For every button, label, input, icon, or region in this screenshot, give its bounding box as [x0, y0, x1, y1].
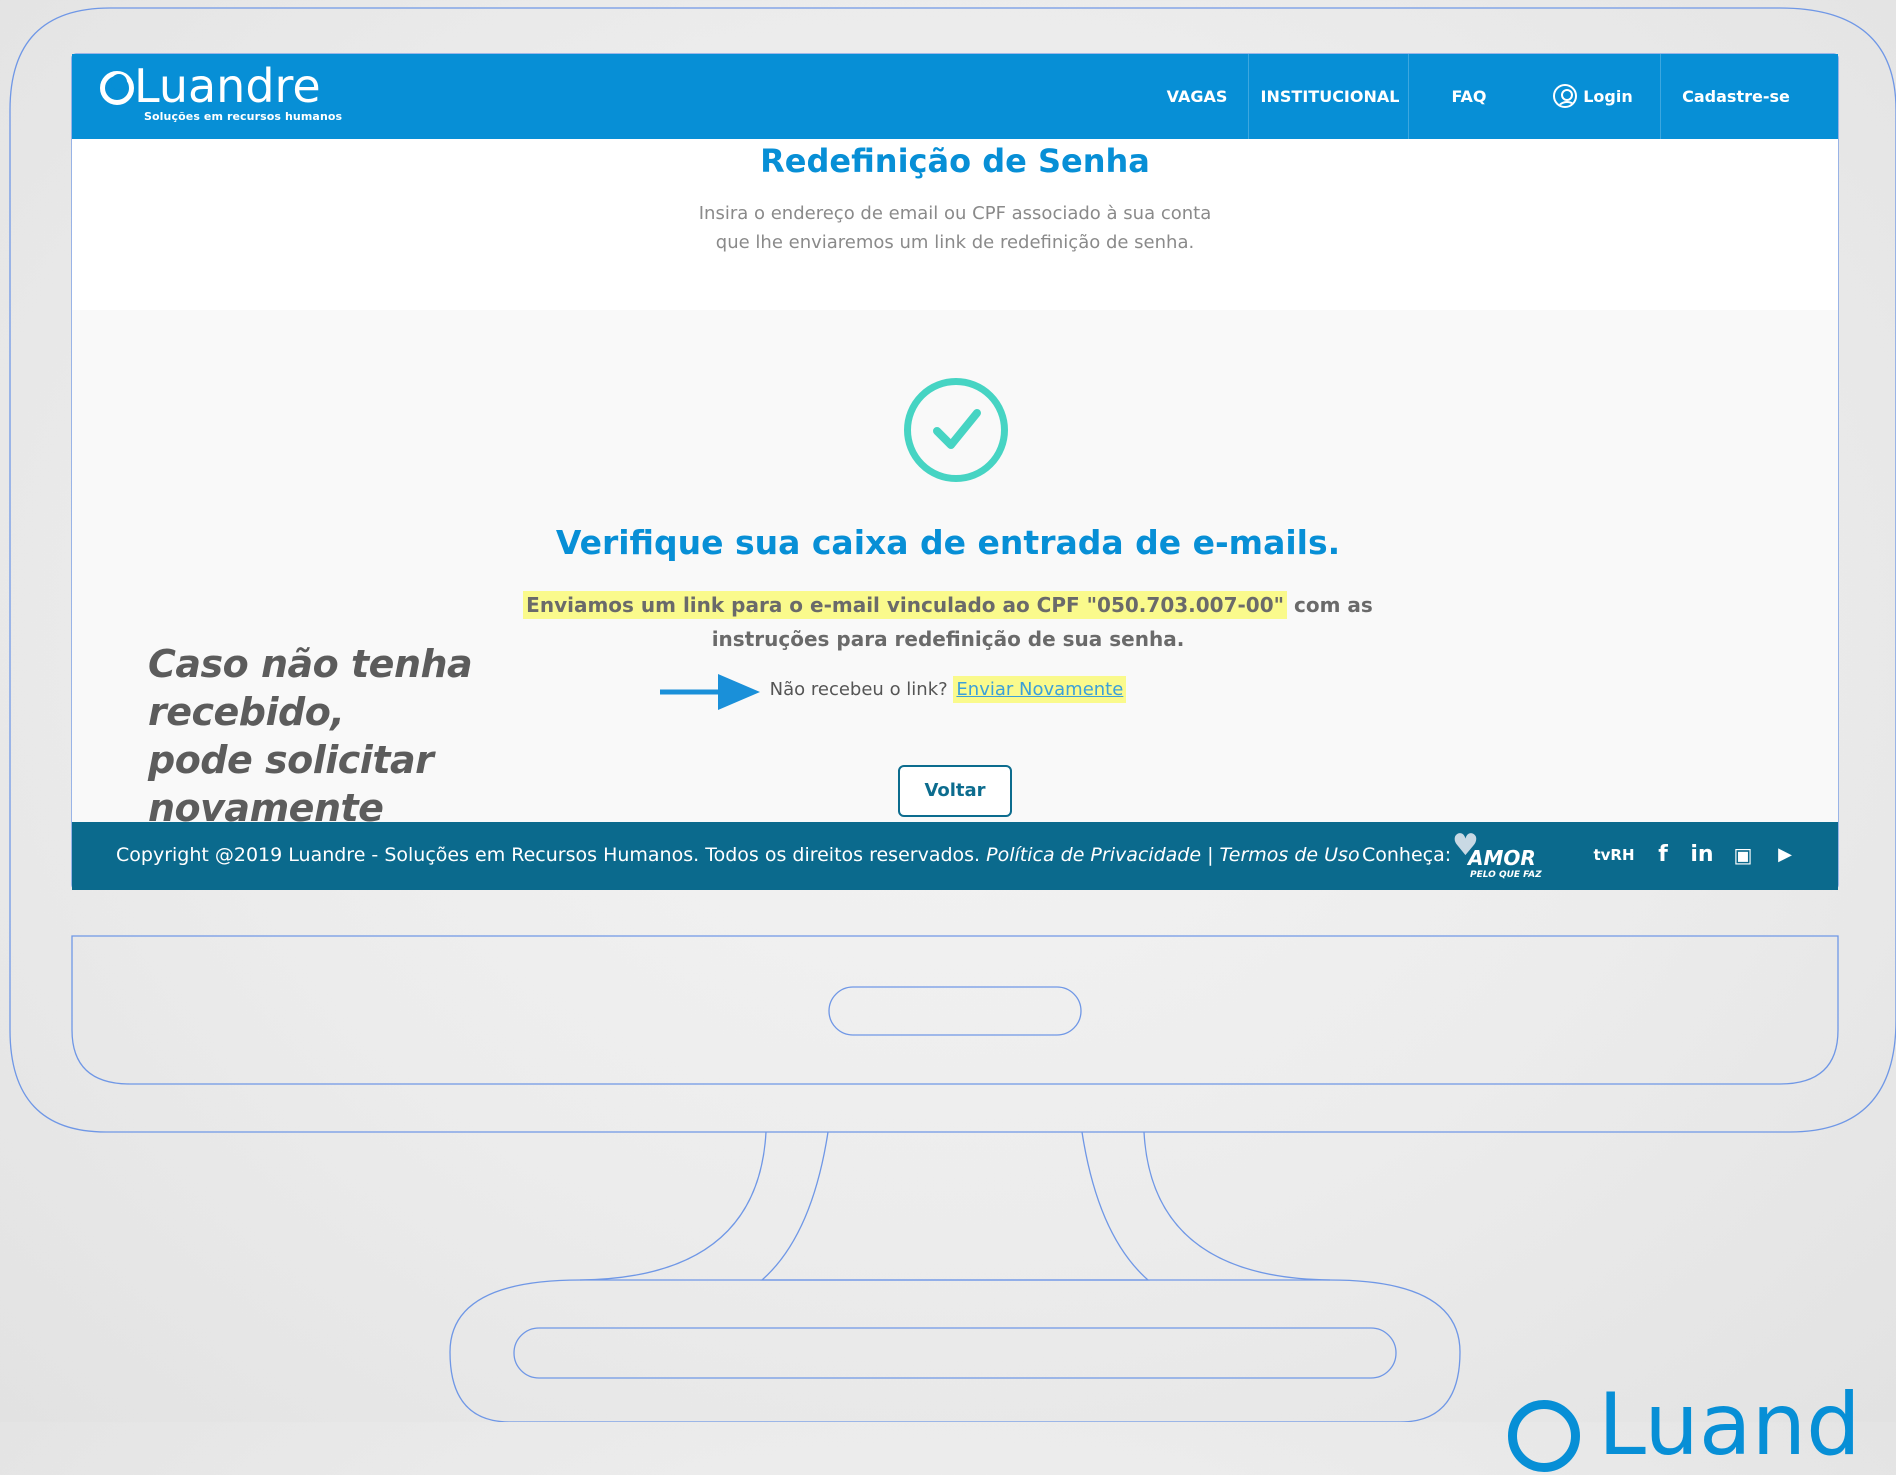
page-subtitle-line1: Insira o endereço de email ou CPF associ…	[698, 203, 1212, 224]
nav-item-cadastre-se[interactable]: Cadastre-se	[1660, 54, 1811, 139]
amor-logo-sub: PELO QUE FAZ	[1470, 870, 1542, 880]
arrow-right-icon	[660, 674, 760, 710]
page-subtitle-line2: que lhe enviaremos um link de redefiniçã…	[715, 232, 1195, 253]
logo-tagline: Soluções em recursos humanos	[144, 110, 343, 123]
tvrh-icon[interactable]: tvRH	[1592, 822, 1636, 888]
amor-logo[interactable]: ♥ AMOR PELO QUE FAZ	[1452, 831, 1542, 882]
annotation-line2: pode solicitar novamente	[148, 738, 434, 830]
brand-logo[interactable]: Luandre Soluções em recursos humanos	[100, 60, 343, 128]
annotation-line1: Caso não tenha recebido,	[148, 642, 473, 734]
check-circle-icon	[904, 378, 1008, 482]
message-continuation: com as	[1287, 593, 1373, 617]
nav-item-label: Cadastre-se	[1682, 87, 1790, 106]
youtube-icon[interactable]: ▶	[1770, 822, 1800, 888]
linkedin-icon[interactable]: in	[1684, 822, 1720, 888]
corner-brand-text: Luand	[1598, 1375, 1861, 1475]
instagram-icon[interactable]: ▣	[1728, 822, 1758, 888]
resend-link[interactable]: Enviar Novamente	[953, 676, 1127, 703]
nav-item-label: INSTITUCIONAL	[1260, 87, 1400, 106]
nav-item-faq[interactable]: FAQ	[1408, 54, 1529, 139]
header-section: Redefinição de Senha Insira o endereço d…	[72, 139, 1838, 310]
logo-name: Luandre	[134, 59, 321, 113]
terms-link[interactable]: Termos de Uso	[1220, 844, 1360, 866]
nav-item-login[interactable]: Login	[1528, 54, 1658, 139]
site-footer: Copyright @2019 Luandre - Soluções em Re…	[72, 822, 1838, 890]
resend-question: Não recebeu o link?	[769, 679, 954, 700]
back-button[interactable]: Voltar	[898, 765, 1012, 817]
logo-mark-icon	[100, 71, 134, 105]
page-subtitle: Insira o endereço de email ou CPF associ…	[72, 199, 1838, 257]
user-icon	[1553, 83, 1578, 108]
annotation-callout: Caso não tenha recebido, pode solicitar …	[148, 640, 668, 832]
amor-logo-word: AMOR	[1468, 846, 1536, 870]
top-navbar: Luandre Soluções em recursos humanos VAG…	[72, 54, 1838, 139]
facebook-icon[interactable]: f	[1648, 822, 1678, 888]
nav-item-label: FAQ	[1451, 87, 1487, 106]
copyright-text: Copyright @2019 Luandre - Soluções em Re…	[116, 844, 987, 866]
nav-item-label: Login	[1583, 87, 1633, 106]
footer-separator: |	[1201, 844, 1220, 866]
nav-item-institucional[interactable]: INSTITUCIONAL	[1248, 54, 1411, 139]
privacy-link[interactable]: Política de Privacidade	[986, 844, 1201, 866]
nav-item-label: VAGAS	[1166, 87, 1228, 106]
nav-item-vagas[interactable]: VAGAS	[1134, 54, 1260, 139]
highlighted-message: Enviamos um link para o e-mail vinculado…	[523, 591, 1288, 619]
brand-mark-icon	[1508, 1400, 1580, 1472]
corner-brand-logo: Luand	[1508, 1382, 1896, 1472]
checkmark-icon	[933, 409, 981, 449]
confirmation-title: Verifique sua caixa de entrada de e-mail…	[555, 523, 1341, 562]
know-label: Conheça:	[1362, 844, 1452, 866]
page-title: Redefinição de Senha	[760, 142, 1150, 180]
